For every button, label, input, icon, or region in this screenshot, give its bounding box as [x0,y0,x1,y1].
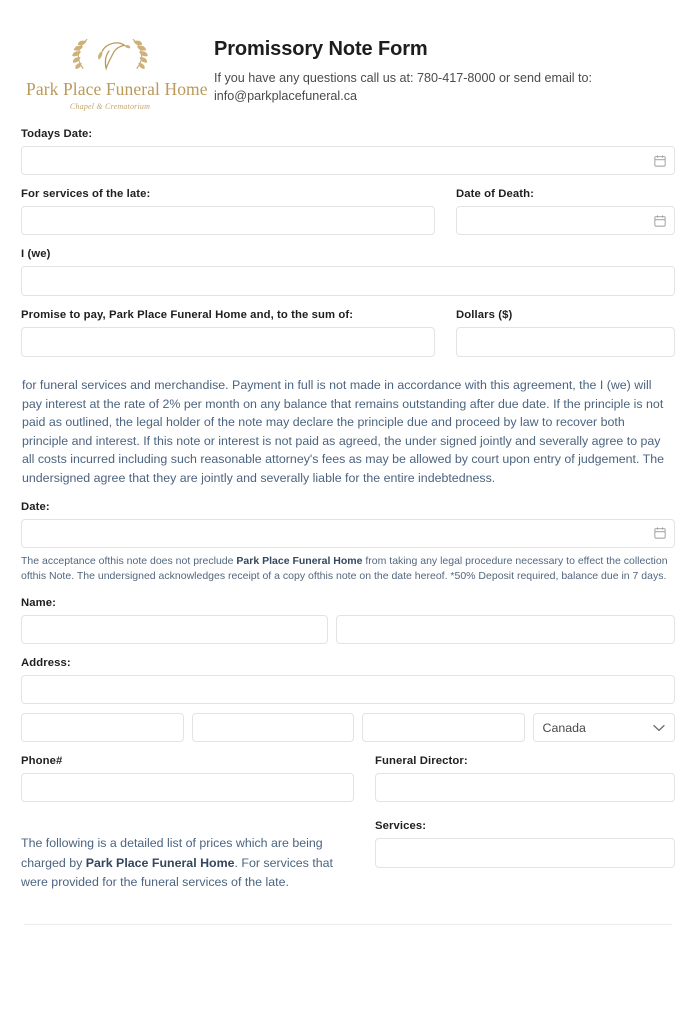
phone-and-director-row: Phone# Funeral Director: [21,755,675,803]
date-of-death-label: Date of Death: [456,188,534,200]
address-country-select[interactable]: Canada [532,713,675,743]
contact-subtitle: If you have any questions call us at: 78… [214,71,593,103]
acceptance-text-part1: The acceptance ofthis note does not prec… [21,554,237,567]
i-we-input[interactable] [21,266,675,296]
promise-and-dollars-row: Promise to pay, Park Place Funeral Home … [21,309,675,357]
services-of-late-group: For services of the late: [21,188,435,235]
dollars-label: Dollars ($) [456,309,513,321]
form-header: Park Place Funeral Home Chapel & Cremato… [26,0,675,115]
todays-date-label: Todays Date: [21,128,93,140]
page-title: Promissory Note Form [214,38,428,60]
legal-terms-paragraph: for funeral services and merchandise. Pa… [22,378,664,486]
services-of-late-label: For services of the late: [21,188,151,200]
date-of-death-input[interactable] [456,206,675,235]
date-label: Date: [21,500,50,513]
logo-wordmark: Park Place Funeral Home [26,79,208,99]
funeral-director-input[interactable] [375,773,675,803]
promise-to-pay-input[interactable] [21,327,435,357]
header-text-block: Promissory Note Form If you have any que… [194,22,675,106]
address-region-input[interactable] [191,713,354,743]
services-of-late-input[interactable] [21,206,435,235]
date-input[interactable] [21,518,675,548]
phone-input[interactable] [21,773,354,803]
todays-date-input-wrap [21,146,675,175]
phone-group: Phone# [21,755,354,803]
services-input[interactable] [375,838,675,869]
name-label: Name: [21,597,57,610]
dove-laurel-wreath-icon [72,38,148,71]
pricing-note-text: The following is a detailed list of pric… [21,832,354,892]
name-input-row [21,615,675,645]
logo-tagline: Chapel & Crematorium [69,102,151,111]
acceptance-fineprint: The acceptance ofthis note does not prec… [21,554,675,584]
name-last-wrap [336,615,675,645]
date-of-death-input-wrap [456,206,675,235]
promissory-note-form-page: Park Place Funeral Home Chapel & Cremato… [0,0,696,1024]
company-logo: Park Place Funeral Home Chapel & Cremato… [26,22,208,111]
promise-to-pay-label: Promise to pay, Park Place Funeral Home … [21,309,354,321]
address-country-wrap: Canada [532,713,675,743]
section-divider [24,923,672,925]
late-and-death-row: For services of the late: Date of Death: [21,188,675,235]
name-group: Name: [21,597,675,645]
i-we-label: I (we) [21,248,51,260]
i-we-group: I (we) [21,248,675,296]
pricing-note-block: The following is a detailed list of pric… [21,820,354,904]
dollars-group: Dollars ($) [456,309,675,357]
address-postal-input[interactable] [362,713,525,743]
pricing-and-services-row: The following is a detailed list of pric… [21,820,675,904]
address-group: Address: Canada [21,657,675,743]
todays-date-input[interactable] [21,146,675,175]
funeral-director-group: Funeral Director: [375,755,675,803]
acceptance-company-name: Park Place Funeral Home [236,554,363,567]
services-group: Services: [375,820,675,904]
address-sub-row: Canada [21,713,675,743]
pricing-company-name: Park Place Funeral Home [85,855,235,870]
funeral-director-label: Funeral Director: [375,755,468,768]
address-city-input[interactable] [21,713,184,743]
date-of-death-group: Date of Death: [456,188,675,235]
address-street-input[interactable] [21,675,675,705]
name-first-input[interactable] [21,615,328,645]
todays-date-group: Todays Date: [21,128,675,175]
address-label: Address: [21,657,71,670]
promise-to-pay-group: Promise to pay, Park Place Funeral Home … [21,309,435,357]
date-group: Date: [21,501,675,548]
name-last-input[interactable] [336,615,675,645]
phone-label: Phone# [21,755,63,768]
name-first-wrap [21,615,328,645]
services-label: Services: [375,820,427,833]
date-input-wrap [21,518,675,548]
dollars-input[interactable] [456,327,675,357]
